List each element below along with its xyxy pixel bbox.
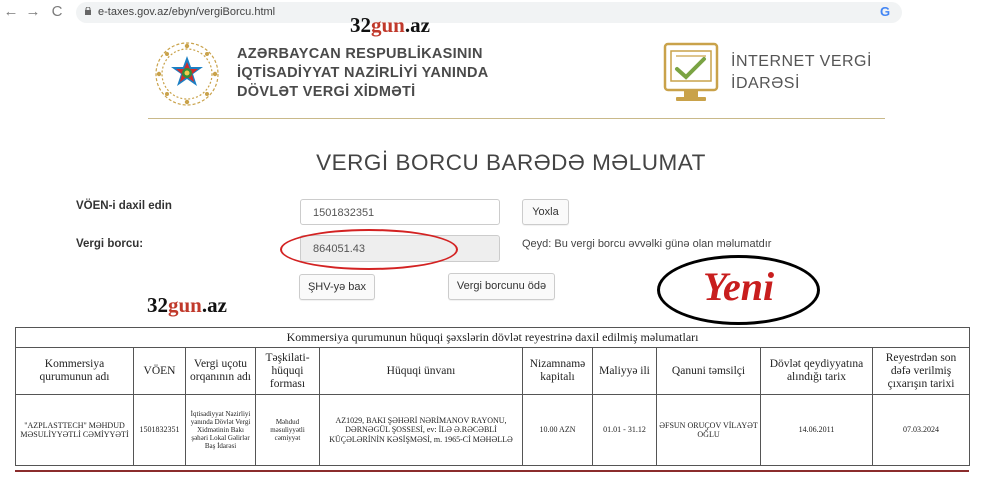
page-title: VERGİ BORCU BARƏDƏ MƏLUMAT [316,150,706,175]
cell-tax-authority: İqtisadiyyat Nazirliyi yanında Dövlət Ve… [185,394,256,466]
internet-tax-office-title: İNTERNET VERGİ İDARƏSİ [731,53,872,92]
header-fiscal-year: Maliyyə ili [592,347,657,395]
cell-last-extract-date: 07.03.2024 [871,394,971,466]
lock-icon [85,7,91,15]
new-annotation-text: Yeni [702,264,775,309]
table-row: "AZPLASTTECH" MƏHDUD MƏSULİYYƏTLİ CƏMİYY… [15,394,971,466]
url-text: e-taxes.gov.az/ebyn/vergiBorcu.html [98,6,276,18]
header-company-name: Kommersiya qurumunun adı [15,347,134,395]
registry-table: Kommersiya qurumunun hüquqi şəxslərin dö… [14,327,971,466]
watermark-logo: 32gun.az [350,13,430,37]
header-legal-form: Təşkilati-hüquqi forması [255,347,320,395]
ministry-title: AZƏRBAYCAN RESPUBLİKASININ İQTİSADİYYAT … [237,46,489,100]
watermark-logo: 32gun.az [147,293,227,317]
cell-company-name: "AZPLASTTECH" MƏHDUD MƏSULİYYƏTLİ CƏMİYY… [15,394,134,466]
header-legal-address: Hüquqi ünvanı [319,347,523,395]
cell-legal-address: AZ1029, BAKI ŞƏHƏRİ NƏRİMANOV RAYONU, DƏ… [319,394,523,466]
cell-charter-capital: 10.00 AZN [522,394,593,466]
header-divider [148,118,885,119]
cell-voen: 1501832351 [133,394,186,466]
header-registration-date: Dövlət qeydiyyatına alındığı tarix [760,347,873,395]
table-caption: Kommersiya qurumunun hüquqi şəxslərin dö… [14,327,971,348]
voen-input[interactable]: 1501832351 [300,199,500,225]
table-header-row: Kommersiya qurumunun adı VÖEN Vergi uçot… [15,347,971,395]
pay-debt-button[interactable]: Vergi borcunu ödə [448,273,555,300]
reload-icon[interactable]: C [48,3,66,21]
forward-icon[interactable]: → [24,3,42,21]
header-charter-capital: Nizamnamə kapitalı [522,347,593,395]
cell-legal-form: Məhdud məsuliyyətli cəmiyyət [255,394,320,466]
header-voen: VÖEN [133,347,186,395]
check-button[interactable]: Yoxla [522,199,569,225]
cell-fiscal-year: 01.01 - 31.12 [592,394,657,466]
shv-button[interactable]: ŞHV-yə bax [299,274,375,300]
header-tax-authority: Vergi uçotu orqanının adı [185,347,256,395]
cell-registration-date: 14.06.2011 [760,394,873,466]
back-icon[interactable]: ← [2,3,20,21]
header-last-extract-date: Reyestrdən son dəfə verilmiş çıxarışın t… [871,347,971,395]
red-highlight-ellipse [280,229,458,270]
table-bottom-rule [15,470,969,472]
header-legal-representative: Qanuni təmsilçi [656,347,761,395]
cell-legal-representative: ƏFSUN ORUÇOV VİLAYƏT OĞLU [656,394,761,466]
google-icon[interactable]: G [880,4,890,19]
debt-note: Qeyd: Bu vergi borcu əvvəlki günə olan m… [522,238,772,250]
voen-label: VÖEN-i daxil edin [76,200,172,212]
state-emblem-icon [155,42,219,106]
debt-label: Vergi borcu: [76,238,144,250]
internet-tax-office-icon [663,42,719,101]
